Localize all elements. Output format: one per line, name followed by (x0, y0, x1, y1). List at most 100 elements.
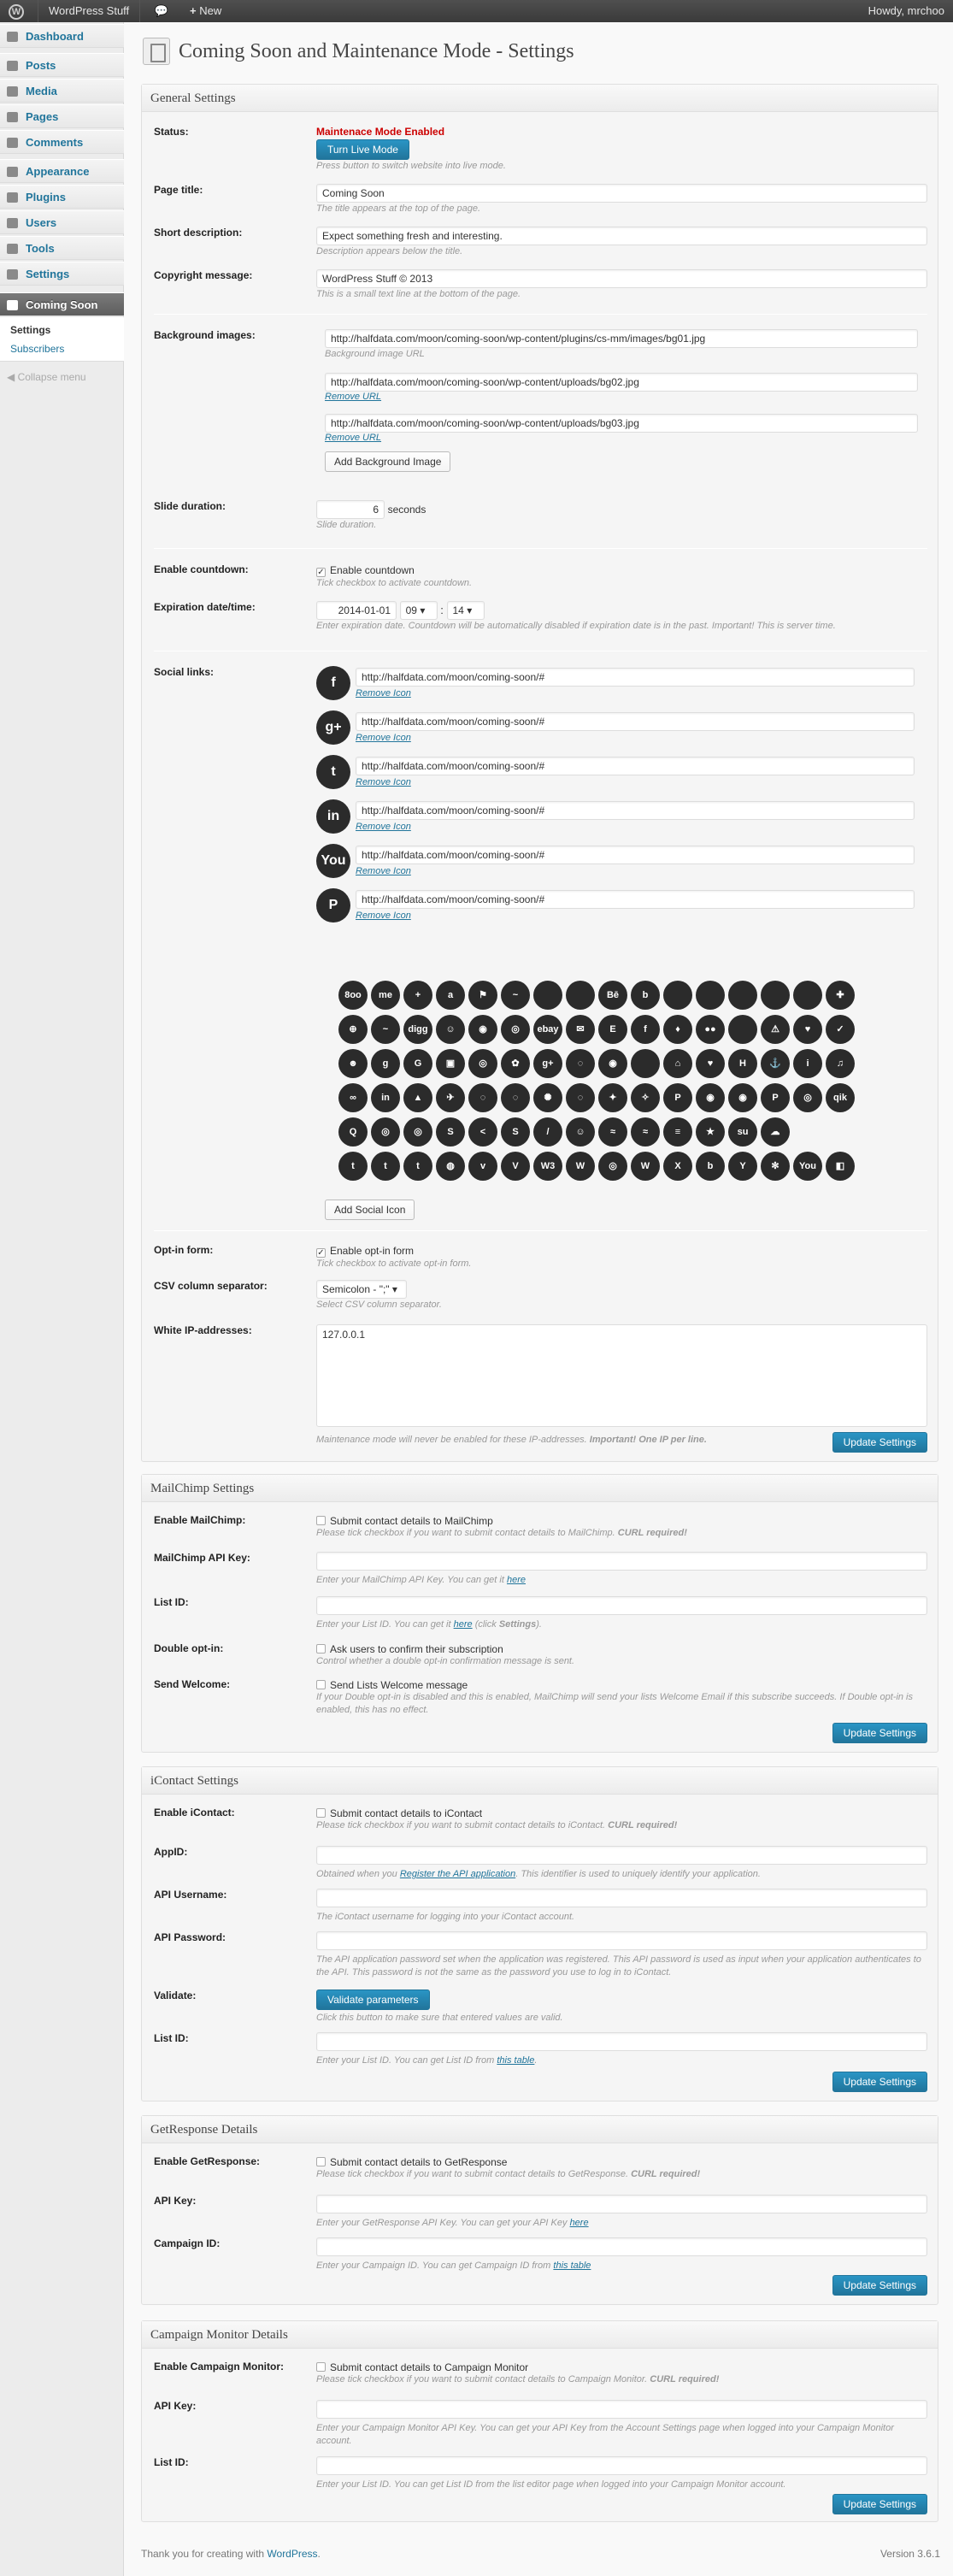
social-picker-icon[interactable]: ◌ (566, 1083, 595, 1112)
countdown-checkbox[interactable]: ✓ (316, 568, 326, 577)
social-picker-icon[interactable]: ∞ (338, 1083, 368, 1112)
menu-plugins[interactable]: Plugins (0, 185, 124, 209)
menu-appearance[interactable]: Appearance (0, 159, 124, 183)
remove-icon-link[interactable]: Remove Icon (356, 822, 411, 832)
mailchimp-list-link[interactable]: here (454, 1619, 473, 1630)
site-name-link[interactable]: WordPress Stuff (38, 0, 141, 22)
menu-media[interactable]: Media (0, 79, 124, 103)
menu-comments[interactable]: Comments (0, 130, 124, 154)
menu-users[interactable]: Users (0, 210, 124, 234)
social-picker-icon[interactable]: ◎ (468, 1049, 497, 1078)
social-picker-icon[interactable]: W (631, 1152, 660, 1181)
expiration-date-input[interactable]: 2014-01-01 (316, 601, 397, 620)
social-picker-icon[interactable] (663, 981, 692, 1010)
mailchimp-checkbox[interactable] (316, 1516, 326, 1525)
social-picker-icon[interactable]: ◎ (403, 1117, 432, 1147)
social-picker-icon[interactable]: ✺ (533, 1083, 562, 1112)
social-picker-icon[interactable]: g+ (533, 1049, 562, 1078)
howdy-account[interactable]: Howdy, mrchoo (868, 0, 944, 22)
bg-url-input-2[interactable]: http://halfdata.com/moon/coming-soon/wp-… (325, 373, 918, 392)
social-picker-icon[interactable]: su (728, 1117, 757, 1147)
social-picker-icon[interactable]: ▲ (403, 1083, 432, 1112)
social-picker-icon[interactable]: ☁ (761, 1117, 790, 1147)
social-picker-icon[interactable]: W3 (533, 1152, 562, 1181)
social-picker-icon[interactable]: E (598, 1015, 627, 1044)
social-url-input[interactable]: http://halfdata.com/moon/coming-soon/# (356, 890, 915, 909)
social-picker-icon[interactable]: f (631, 1015, 660, 1044)
menu-dashboard[interactable]: Dashboard (0, 24, 124, 48)
social-picker-icon[interactable]: g (371, 1049, 400, 1078)
social-picker-icon[interactable]: ⚓ (761, 1049, 790, 1078)
linkedin-icon[interactable]: in (316, 799, 350, 834)
menu-posts[interactable]: Posts (0, 53, 124, 77)
social-picker-icon[interactable]: + (403, 981, 432, 1010)
social-picker-icon[interactable]: t (403, 1152, 432, 1181)
submenu-subscribers[interactable]: Subscribers (0, 339, 124, 358)
social-picker-icon[interactable]: < (468, 1117, 497, 1147)
social-picker-icon[interactable]: P (761, 1083, 790, 1112)
remove-icon-link[interactable]: Remove Icon (356, 733, 411, 743)
youtube-icon[interactable]: You (316, 844, 350, 878)
social-picker-icon[interactable] (533, 981, 562, 1010)
social-picker-icon[interactable]: Y (728, 1152, 757, 1181)
getresponse-checkbox[interactable] (316, 2157, 326, 2166)
social-picker-icon[interactable]: ◎ (793, 1083, 822, 1112)
social-picker-icon[interactable]: a (436, 981, 465, 1010)
social-picker-icon[interactable] (761, 981, 790, 1010)
icontact-checkbox[interactable] (316, 1808, 326, 1818)
social-picker-icon[interactable]: b (631, 981, 660, 1010)
social-picker-icon[interactable]: P (663, 1083, 692, 1112)
api-username-input[interactable] (316, 1889, 927, 1907)
social-picker-icon[interactable]: ✓ (826, 1015, 855, 1044)
mailchimp-update-button[interactable]: Update Settings (832, 1723, 927, 1743)
icontact-table-link[interactable]: this table (497, 2055, 534, 2066)
getresponse-api-link[interactable]: here (570, 2218, 589, 2228)
social-picker-icon[interactable]: ✉ (566, 1015, 595, 1044)
social-picker-icon[interactable]: t (371, 1152, 400, 1181)
social-url-input[interactable]: http://halfdata.com/moon/coming-soon/# (356, 846, 915, 864)
page-title-input[interactable]: Coming Soon (316, 184, 927, 203)
collapse-menu[interactable]: ◀ Collapse menu (7, 371, 86, 383)
expiration-hour-select[interactable]: 09 ▾ (399, 601, 438, 620)
wordpress-logo-icon[interactable]: W (5, 0, 27, 22)
csv-separator-select[interactable]: Semicolon - ";" ▾ (316, 1280, 407, 1299)
campaign-update-button[interactable]: Update Settings (832, 2494, 927, 2514)
getresponse-api-input[interactable] (316, 2195, 927, 2213)
remove-icon-link[interactable]: Remove Icon (356, 911, 411, 921)
social-picker-icon[interactable]: ◎ (598, 1152, 627, 1181)
social-picker-icon[interactable]: ◌ (468, 1083, 497, 1112)
twitter-icon[interactable]: t (316, 755, 350, 789)
menu-coming-soon[interactable]: Coming Soon (0, 292, 124, 316)
social-picker-icon[interactable]: ♥ (793, 1015, 822, 1044)
remove-url-link-3[interactable]: Remove URL (325, 433, 918, 443)
mailchimp-api-input[interactable] (316, 1552, 927, 1571)
social-picker-icon[interactable]: ⚠ (761, 1015, 790, 1044)
social-picker-icon[interactable]: ◌ (501, 1083, 530, 1112)
social-picker-icon[interactable]: ☺ (436, 1015, 465, 1044)
social-picker-icon[interactable]: ✈ (436, 1083, 465, 1112)
optin-checkbox[interactable]: ✓ (316, 1248, 326, 1258)
social-picker-icon[interactable]: ★ (696, 1117, 725, 1147)
social-picker-icon[interactable]: i (793, 1049, 822, 1078)
social-picker-icon[interactable]: ☺ (566, 1117, 595, 1147)
social-picker-icon[interactable] (728, 981, 757, 1010)
social-picker-icon[interactable]: Bē (598, 981, 627, 1010)
submenu-settings[interactable]: Settings (0, 321, 124, 339)
social-picker-icon[interactable]: ≈ (598, 1117, 627, 1147)
social-picker-icon[interactable]: ebay (533, 1015, 562, 1044)
social-picker-icon[interactable]: W (566, 1152, 595, 1181)
remove-url-link-2[interactable]: Remove URL (325, 392, 918, 402)
menu-settings[interactable]: Settings (0, 262, 124, 286)
social-picker-icon[interactable]: ♫ (826, 1049, 855, 1078)
wordpress-link[interactable]: WordPress (267, 2548, 317, 2560)
social-picker-icon[interactable]: ◍ (436, 1152, 465, 1181)
comments-icon[interactable]: 💬 (150, 0, 173, 22)
social-picker-icon[interactable]: S (501, 1117, 530, 1147)
social-picker-icon[interactable] (566, 981, 595, 1010)
social-picker-icon[interactable]: ⌂ (663, 1049, 692, 1078)
remove-icon-link[interactable]: Remove Icon (356, 777, 411, 787)
social-picker-icon[interactable]: H (728, 1049, 757, 1078)
social-picker-icon[interactable]: v (468, 1152, 497, 1181)
social-picker-icon[interactable]: G (403, 1049, 432, 1078)
social-picker-icon[interactable]: V (501, 1152, 530, 1181)
